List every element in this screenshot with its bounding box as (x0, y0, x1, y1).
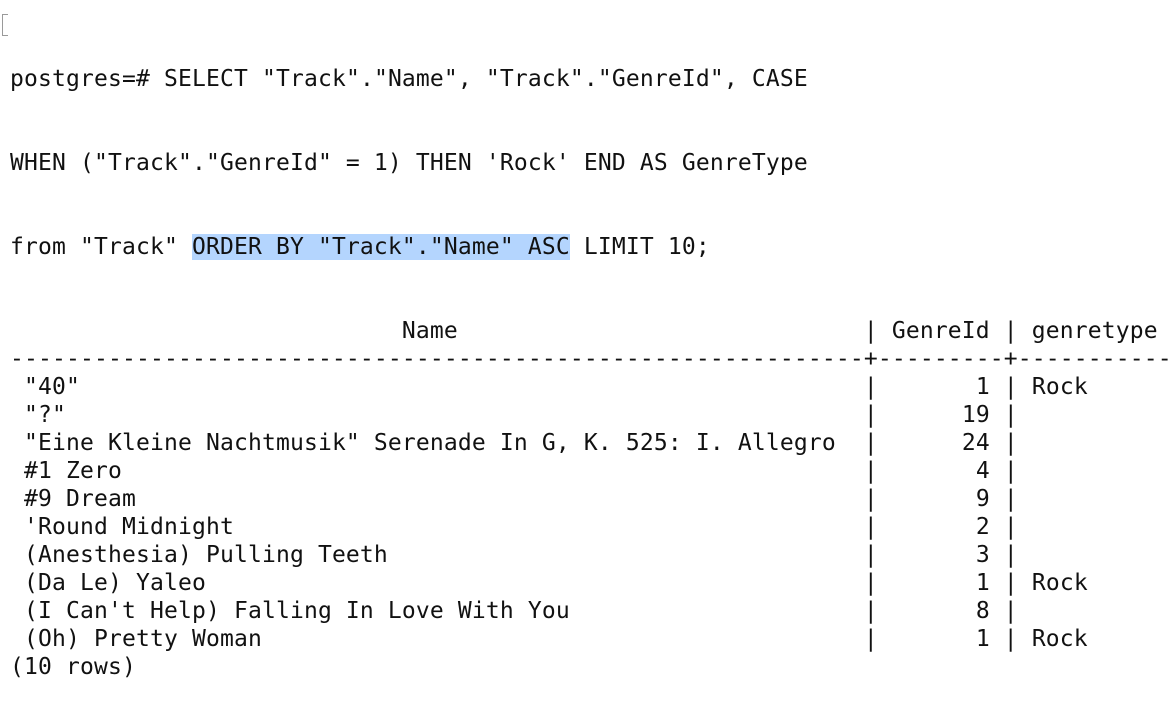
selected-text-highlight[interactable]: ORDER BY "Track"."Name" ASC (191, 234, 570, 260)
cell-genreid: 1 (975, 374, 990, 400)
cell-genreid: 8 (975, 598, 990, 624)
cell-genretype: Rock (1031, 570, 1088, 596)
cell-genreid: 9 (975, 486, 990, 512)
table-separator: ----------------------------------------… (10, 346, 1172, 372)
table-row: 'Round Midnight | 2 | (24, 514, 1032, 540)
table-row: (Da Le) Yaleo | 1 | Rock (24, 570, 1088, 596)
cell-genretype: Rock (1031, 374, 1088, 400)
cell-genreid: 1 (975, 626, 990, 652)
query-text-line-1: SELECT "Track"."Name", "Track"."GenreId"… (163, 66, 808, 92)
table-row: (Oh) Pretty Woman | 1 | Rock (24, 626, 1088, 652)
cell-name: (Oh) Pretty Woman (24, 626, 262, 652)
table-row: "40" | 1 | Rock (24, 374, 1088, 400)
cell-name: (Da Le) Yaleo (24, 570, 206, 596)
table-row: #1 Zero | 4 | (24, 458, 1032, 484)
cell-genreid: 4 (975, 458, 990, 484)
table-row: "?" | 19 | (24, 402, 1032, 428)
psql-prompt: postgres=# (10, 66, 164, 92)
cell-name: "40" (24, 374, 80, 400)
cell-name: #9 Dream (24, 486, 136, 512)
cell-genreid: 19 (961, 402, 990, 428)
psql-terminal-output[interactable]: postgres=# SELECT "Track"."Name", "Track… (10, 9, 1172, 709)
cell-name: "Eine Kleine Nachtmusik" Serenade In G, … (24, 430, 836, 456)
query-line-1: postgres=# SELECT "Track"."Name", "Track… (10, 65, 1172, 93)
row-count-footer: (10 rows) (10, 654, 136, 680)
cell-name: (Anesthesia) Pulling Teeth (24, 542, 388, 568)
cell-name: (I Can't Help) Falling In Love With You (24, 598, 570, 624)
table-row: (Anesthesia) Pulling Teeth | 3 | (24, 542, 1032, 568)
query-text-line-2: WHEN ("Track"."GenreId" = 1) THEN 'Rock'… (10, 150, 808, 176)
result-table: Name | GenreId | genretype --------------… (10, 317, 1172, 681)
table-row: #9 Dream | 9 | (24, 486, 1032, 512)
table-row: (I Can't Help) Falling In Love With You … (24, 598, 1032, 624)
query-line-2: WHEN ("Track"."GenreId" = 1) THEN 'Rock'… (10, 149, 1172, 177)
query-text-line-3-pre: from "Track" (10, 234, 192, 260)
cell-name: "?" (24, 402, 66, 428)
cell-genreid: 3 (975, 542, 990, 568)
cell-name: 'Round Midnight (24, 514, 234, 540)
table-header-row: Name | GenreId | genretype (10, 318, 1158, 344)
cell-genreid: 24 (961, 430, 990, 456)
cell-name: #1 Zero (24, 458, 122, 484)
selection-bracket-marker (2, 14, 8, 36)
cell-genreid: 2 (975, 514, 990, 540)
cell-genreid: 1 (975, 570, 990, 596)
cell-genretype: Rock (1031, 626, 1088, 652)
table-row: "Eine Kleine Nachtmusik" Serenade In G, … (24, 430, 1032, 456)
query-text-line-3-post: LIMIT 10; (569, 234, 710, 260)
query-line-3: from "Track" ORDER BY "Track"."Name" ASC… (10, 233, 1172, 261)
